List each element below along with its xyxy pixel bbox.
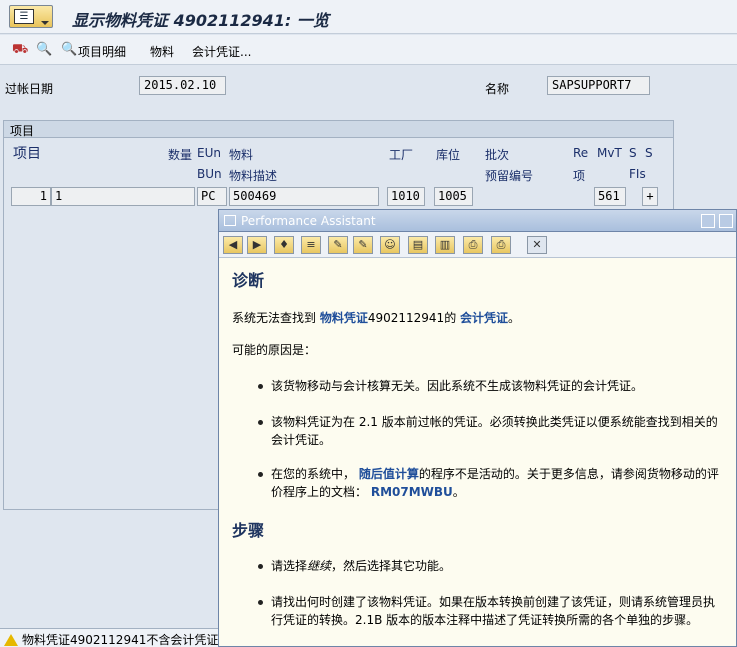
- col-reservation-header[interactable]: 预留编号: [485, 167, 533, 184]
- edit-icon[interactable]: ✎: [328, 236, 348, 254]
- col-s1-header[interactable]: S: [629, 146, 637, 160]
- subsequent-valuation-link[interactable]: 随后值计算: [359, 467, 419, 481]
- material-button[interactable]: 物料: [150, 43, 174, 60]
- back-arrow-icon[interactable]: ◀: [223, 236, 243, 254]
- maximize-button[interactable]: [719, 214, 733, 228]
- user-help-icon[interactable]: ☺: [380, 236, 400, 254]
- display-icon[interactable]: 🔍: [36, 42, 52, 58]
- minimize-button[interactable]: [701, 214, 715, 228]
- print-preview-icon[interactable]: ⎙: [463, 236, 483, 254]
- cause-1: 该货物移动与会计核算无关。因此系统不生成该物料凭证的会计凭证。: [231, 377, 724, 395]
- col-re-header[interactable]: Re: [573, 146, 588, 160]
- rm07mwbu-link[interactable]: RM07MWBU: [371, 485, 453, 499]
- step-2: 请找出何时创建了该物料凭证。如果在版本转换前创建了该凭证，则请系统管理员执行凭证…: [231, 593, 724, 629]
- performance-assistant-window: Performance Assistant ◀ ▶ ♦ ≡ ✎ ✎ ☺ ▤ ▥ …: [218, 209, 737, 647]
- assistant-title: Performance Assistant: [241, 214, 376, 228]
- col-qty-header[interactable]: 数量: [168, 146, 192, 163]
- cause3-text-c: 。: [452, 485, 465, 499]
- item-detail-icon[interactable]: 🔍: [61, 42, 77, 58]
- annotate-icon[interactable]: ✎: [353, 236, 373, 254]
- col-s2-header[interactable]: S: [645, 146, 653, 160]
- diag-text-b: 4902112941的: [367, 311, 461, 325]
- col-fis-header[interactable]: FIs: [629, 167, 646, 181]
- name-label: 名称: [485, 82, 510, 96]
- causes-intro: 可能的原因是：: [232, 343, 317, 357]
- other-document-icon[interactable]: ⛟: [12, 42, 28, 58]
- diag-text-c: 。: [508, 311, 521, 325]
- col-re-item-header[interactable]: 项: [573, 167, 585, 184]
- bookmark-icon[interactable]: ♦: [274, 236, 294, 254]
- menu-icon: ☰: [14, 9, 34, 24]
- step-1: 请选择继续，然后选择其它功能。: [231, 557, 724, 575]
- accounting-document-link[interactable]: 会计凭证: [460, 311, 508, 325]
- items-section-title: 项目: [4, 121, 673, 138]
- row-material-cell: 500469: [229, 187, 379, 206]
- dictionary-icon[interactable]: ▥: [435, 236, 455, 254]
- dropdown-arrow-icon: [41, 21, 49, 25]
- row-unit-cell: PC: [197, 187, 227, 206]
- cause-2: 该物料凭证为在 2.1 版本前过帐的凭证。必须转换此类凭证以便系统能查找到相关的…: [231, 413, 724, 449]
- forward-arrow-icon[interactable]: ▶: [247, 236, 267, 254]
- cause3-text-a: 在您的系统中，: [271, 467, 359, 481]
- status-message: 物料凭证4902112941不含会计凭证: [22, 633, 219, 647]
- row-flag-cell[interactable]: +: [642, 187, 658, 206]
- col-item-header[interactable]: 项目: [13, 143, 41, 163]
- application-toolbar: ⛟ 🔍 🔍 项目明细 物料 会计凭证...: [0, 35, 737, 65]
- col-mvt-header[interactable]: MvT: [597, 146, 622, 160]
- col-material-header[interactable]: 物料: [229, 146, 253, 163]
- diagnosis-text: 系统无法查找到 物料凭证4902112941的 会计凭证。: [232, 309, 724, 327]
- posting-date-field: 2015.02.10: [139, 76, 226, 95]
- diagnosis-heading: 诊断: [232, 271, 265, 290]
- col-batch-header[interactable]: 批次: [485, 146, 509, 163]
- row-sloc-cell: 1005: [434, 187, 473, 206]
- posting-date-label: 过帐日期: [5, 82, 54, 96]
- technical-info-icon[interactable]: ≡: [301, 236, 321, 254]
- table-icon[interactable]: ▤: [408, 236, 428, 254]
- row-item-cell: 1: [11, 187, 51, 206]
- col-eun-header[interactable]: EUn: [197, 146, 221, 160]
- status-bar: 物料凭证4902112941不含会计凭证: [0, 628, 228, 647]
- col-plant-header[interactable]: 工厂: [389, 146, 413, 163]
- steps-heading: 步骤: [232, 521, 265, 540]
- cause-3: 在您的系统中， 随后值计算的程序不是活动的。关于更多信息，请参阅货物移动的评价程…: [231, 465, 724, 501]
- close-icon[interactable]: ✕: [527, 236, 547, 254]
- item-detail-button[interactable]: 项目明细: [78, 43, 126, 60]
- row-mvt-cell: 561: [594, 187, 626, 206]
- title-bar: ☰ 显示物料凭证 4902112941: 一览: [0, 0, 737, 34]
- col-material-desc-header[interactable]: 物料描述: [229, 167, 277, 184]
- col-sloc-header[interactable]: 库位: [436, 146, 460, 163]
- print-icon[interactable]: ⎙: [491, 236, 511, 254]
- col-bun-header[interactable]: BUn: [197, 167, 222, 181]
- window-icon: [224, 215, 236, 226]
- assistant-title-bar[interactable]: Performance Assistant: [219, 210, 736, 232]
- row-qty-cell: 1: [51, 187, 195, 206]
- assistant-toolbar: ◀ ▶ ♦ ≡ ✎ ✎ ☺ ▤ ▥ ⎙ ⎙ ✕: [219, 232, 736, 258]
- step1-text-b: ，然后选择其它功能。: [331, 559, 452, 573]
- name-field: SAPSUPPORT7: [547, 76, 650, 95]
- row-plant-cell: 1010: [387, 187, 425, 206]
- system-menu-button[interactable]: ☰: [9, 5, 53, 28]
- continue-term: 继续: [307, 559, 332, 573]
- accounting-document-button[interactable]: 会计凭证...: [192, 43, 251, 60]
- assistant-content: 诊断 系统无法查找到 物料凭证4902112941的 会计凭证。 可能的原因是：…: [219, 259, 736, 645]
- material-document-link[interactable]: 物料凭证: [320, 311, 368, 325]
- step1-text-a: 请选择: [271, 559, 308, 573]
- page-title: 显示物料凭证 4902112941: 一览: [72, 11, 329, 30]
- diag-text-a: 系统无法查找到: [232, 311, 320, 325]
- warning-icon: [4, 634, 18, 646]
